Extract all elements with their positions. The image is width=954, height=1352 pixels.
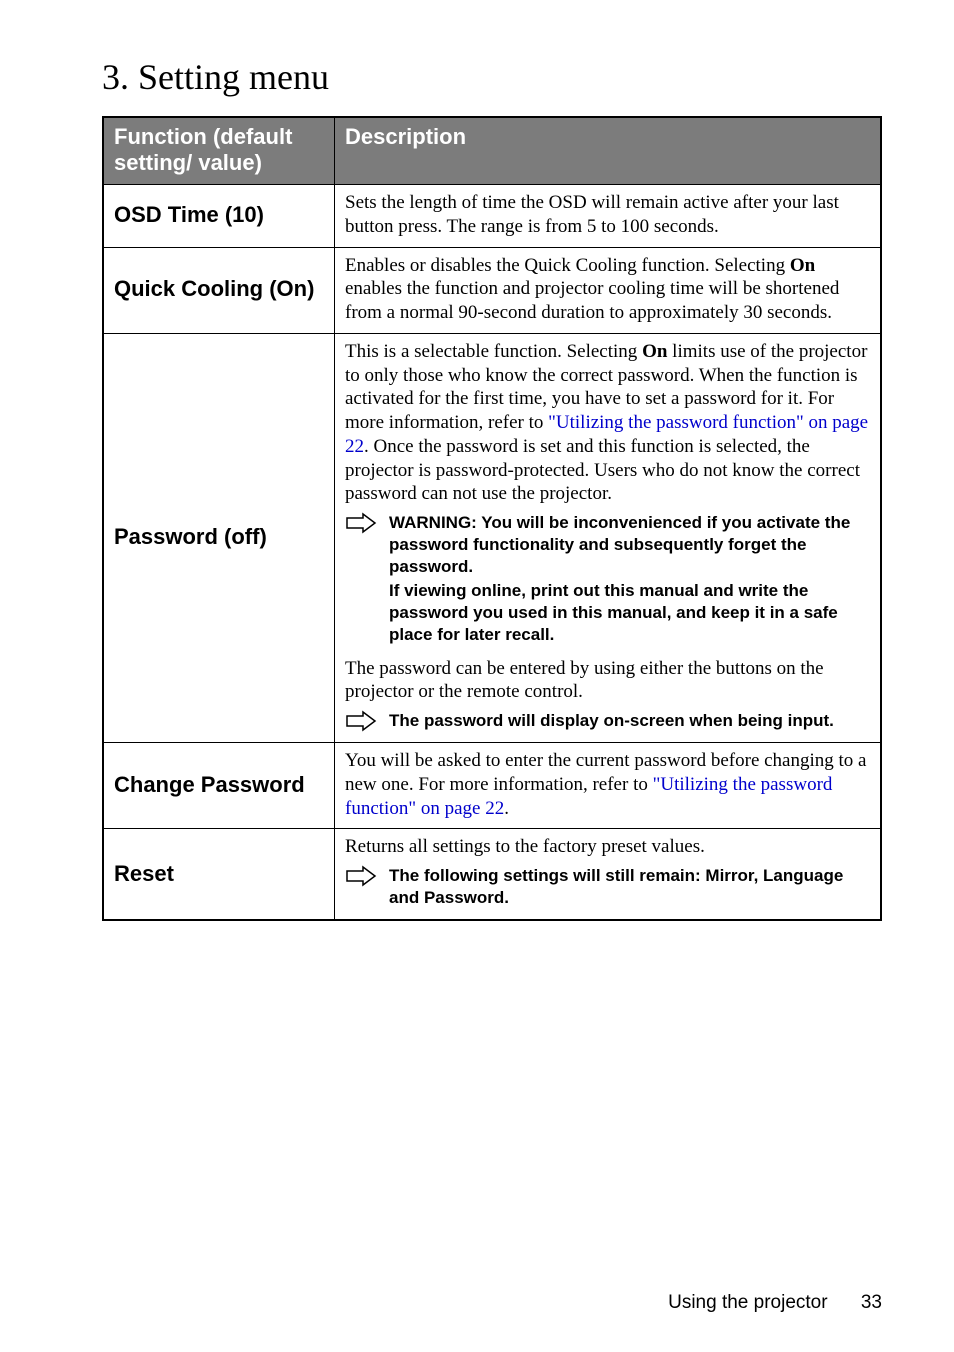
bold-on: On: [642, 341, 667, 362]
function-change-password: Change Password: [103, 743, 335, 829]
settings-table: Function (default setting/ value) Descri…: [102, 116, 882, 921]
note-text: The password will display on-screen when…: [389, 710, 870, 732]
info-note: The password will display on-screen when…: [345, 710, 870, 732]
info-note: The following settings will still remain…: [345, 865, 870, 909]
text-paragraph: The password can be entered by using eit…: [345, 657, 870, 705]
text-fragment: enables the function and projector cooli…: [345, 278, 839, 323]
text-paragraph: Returns all settings to the factory pres…: [345, 835, 870, 859]
description-quick-cooling: Enables or disables the Quick Cooling fu…: [335, 247, 882, 333]
function-password: Password (off): [103, 333, 335, 742]
column-header-function: Function (default setting/ value): [103, 117, 335, 185]
table-row: Password (off) This is a selectable func…: [103, 333, 881, 742]
text-fragment: This is a selectable function. Selecting: [345, 341, 642, 362]
warning-note: WARNING: You will be inconvenienced if y…: [345, 512, 870, 578]
function-reset: Reset: [103, 829, 335, 920]
table-row: Quick Cooling (On) Enables or disables t…: [103, 247, 881, 333]
column-header-description: Description: [335, 117, 882, 185]
page-number: 33: [861, 1292, 882, 1313]
text-fragment: Enables or disables the Quick Cooling fu…: [345, 255, 790, 276]
function-osd-time: OSD Time (10): [103, 185, 335, 248]
text-fragment: .: [504, 798, 509, 819]
description-osd-time: Sets the length of time the OSD will rem…: [335, 185, 882, 248]
bold-on: On: [790, 255, 815, 276]
text-fragment: . Once the password is set and this func…: [345, 436, 860, 505]
table-row: Change Password You will be asked to ent…: [103, 743, 881, 829]
note-text: WARNING: You will be inconvenienced if y…: [389, 512, 870, 578]
section-title: 3. Setting menu: [102, 56, 882, 98]
table-row: Reset Returns all settings to the factor…: [103, 829, 881, 920]
description-reset: Returns all settings to the factory pres…: [335, 829, 882, 920]
page-footer: Using the projector 33: [668, 1292, 882, 1314]
description-password: This is a selectable function. Selecting…: [335, 333, 882, 742]
pointing-hand-icon: [345, 865, 381, 887]
function-quick-cooling: Quick Cooling (On): [103, 247, 335, 333]
pointing-hand-icon: [345, 512, 381, 534]
table-row: OSD Time (10) Sets the length of time th…: [103, 185, 881, 248]
footer-section-label: Using the projector: [668, 1292, 827, 1313]
note-text: If viewing online, print out this manual…: [389, 580, 870, 646]
note-text: The following settings will still remain…: [389, 865, 870, 909]
pointing-hand-icon: [345, 710, 381, 732]
description-change-password: You will be asked to enter the current p…: [335, 743, 882, 829]
